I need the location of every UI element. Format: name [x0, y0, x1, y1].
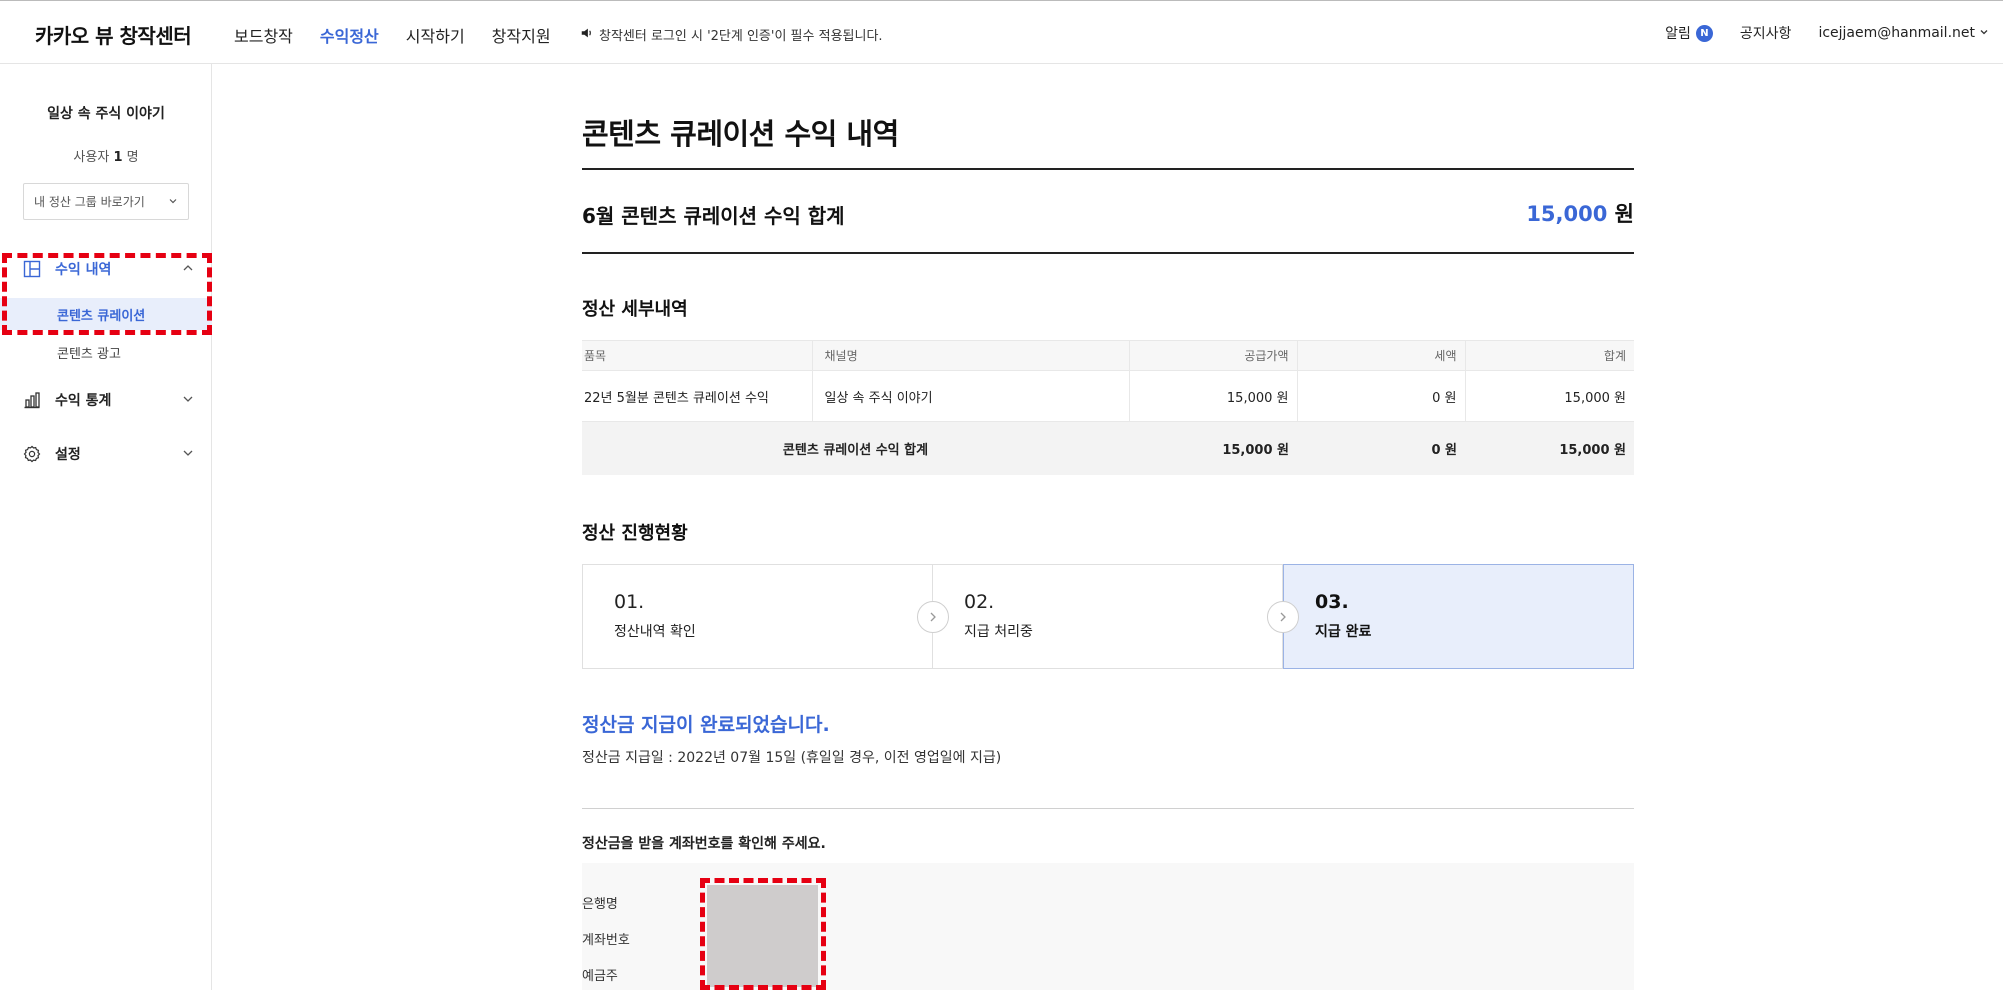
- speaker-icon: [580, 26, 594, 44]
- table-header-row: 품목 채널명 공급가액 세액 합계: [582, 340, 1634, 371]
- notice-banner[interactable]: 창작센터 로그인 시 '2단계 인증'이 필수 적용됩니다.: [580, 25, 883, 44]
- notice-text: 창작센터 로그인 시 '2단계 인증'이 필수 적용됩니다.: [599, 29, 883, 44]
- page-title: 콘텐츠 큐레이션 수익 내역: [582, 117, 899, 151]
- sidebar-sub-ads[interactable]: 콘텐츠 광고: [0, 336, 212, 368]
- progress-section-title: 정산 진행현황: [582, 523, 688, 544]
- col-header: 공급가액: [1129, 340, 1298, 371]
- cell-item: 22년 5월분 콘텐츠 큐레이션 수익: [582, 370, 813, 422]
- detail-section-title: 정산 세부내역: [582, 299, 688, 320]
- step-label: 지급 완료: [1315, 624, 1372, 640]
- detail-table: 품목 채널명 공급가액 세액 합계 22년 5월분 콘텐츠 큐레이션 수익 일상…: [582, 340, 1634, 475]
- bar-chart-icon: [23, 391, 41, 409]
- chevron-up-icon: [182, 262, 194, 274]
- gear-icon: [23, 445, 41, 463]
- nav-support[interactable]: 창작지원: [492, 23, 551, 47]
- divider: [582, 808, 1634, 809]
- monthly-summary: 6월 콘텐츠 큐레이션 수익 합계 15,000 원: [582, 168, 1634, 254]
- step-label: 정산내역 확인: [614, 624, 696, 640]
- sidebar: 일상 속 주식 이야기 사용자 1 명 내 정산 그룹 바로가기 수익 내역 콘…: [0, 64, 212, 990]
- table-row: 22년 5월분 콘텐츠 큐레이션 수익 일상 속 주식 이야기 15,000 원…: [582, 370, 1634, 422]
- col-header: 세액: [1297, 340, 1466, 371]
- sidebar-item-revenue[interactable]: 수익 내역: [0, 249, 212, 289]
- chevron-right-icon: [1267, 601, 1299, 633]
- total-sum: 15,000 원: [1465, 421, 1634, 475]
- sidebar-item-label: 수익 통계: [55, 393, 112, 409]
- notice-board-link[interactable]: 공지사항: [1740, 23, 1792, 43]
- main-nav: 보드창작 수익정산 시작하기 창작지원: [234, 23, 551, 47]
- total-label: 콘텐츠 큐레이션 수익 합계: [582, 421, 1129, 475]
- cell-total: 15,000 원: [1465, 370, 1634, 422]
- chevron-down-icon: [1979, 25, 1989, 41]
- payment-complete-message: 정산금 지급이 완료되었습니다.: [582, 714, 830, 736]
- nav-revenue[interactable]: 수익정산: [320, 23, 379, 47]
- summary-unit: 원: [1614, 202, 1634, 226]
- site-logo[interactable]: 카카오 뷰 창작센터: [35, 20, 192, 49]
- header-utility: 알림 N 공지사항 icejjaem@hanmail.net: [1665, 23, 1989, 43]
- step-number: 02.: [964, 591, 995, 613]
- step-3: 03. 지급 완료: [1283, 564, 1634, 669]
- cell-channel: 일상 속 주식 이야기: [812, 370, 1130, 422]
- account-number-label: 계좌번호: [582, 933, 630, 948]
- col-header: 합계: [1465, 340, 1634, 371]
- top-header: 카카오 뷰 창작센터 보드창작 수익정산 시작하기 창작지원 창작센터 로그인 …: [0, 0, 2003, 64]
- channel-name: 일상 속 주식 이야기: [47, 106, 165, 122]
- account-section-title: 정산금을 받을 계좌번호를 확인해 주세요.: [582, 836, 826, 852]
- chevron-down-icon: [182, 447, 194, 459]
- sidebar-item-stats[interactable]: 수익 통계: [0, 380, 212, 420]
- total-supply: 15,000 원: [1129, 421, 1297, 475]
- account-menu[interactable]: icejjaem@hanmail.net: [1818, 25, 1989, 41]
- sidebar-sub-curation[interactable]: 콘텐츠 큐레이션: [0, 298, 212, 330]
- sidebar-item-label: 설정: [55, 447, 81, 463]
- sidebar-item-settings[interactable]: 설정: [0, 434, 212, 474]
- chevron-down-icon: [182, 393, 194, 405]
- account-email: icejjaem@hanmail.net: [1818, 25, 1975, 41]
- progress-steps: 01. 정산내역 확인 02. 지급 처리중 03. 지급 완료: [582, 564, 1634, 669]
- sidebar-item-label: 수익 내역: [55, 262, 112, 278]
- cell-tax: 0 원: [1297, 370, 1466, 422]
- alarm-button[interactable]: 알림 N: [1665, 23, 1713, 43]
- summary-label: 6월 콘텐츠 큐레이션 수익 합계: [582, 204, 845, 228]
- total-tax: 0 원: [1297, 421, 1465, 475]
- cell-supply: 15,000 원: [1129, 370, 1298, 422]
- summary-amount: 15,000: [1526, 202, 1608, 226]
- col-header: 품목: [582, 340, 813, 371]
- group-select-label: 내 정산 그룹 바로가기: [34, 195, 145, 209]
- col-header: 채널명: [812, 340, 1130, 371]
- alarm-label: 알림: [1665, 26, 1691, 42]
- bank-name-label: 은행명: [582, 897, 618, 912]
- step-label: 지급 처리중: [964, 624, 1033, 640]
- table-total-row: 콘텐츠 큐레이션 수익 합계 15,000 원 0 원 15,000 원: [582, 421, 1634, 475]
- redacted-account-values: [707, 885, 818, 987]
- step-1: 01. 정산내역 확인: [582, 564, 949, 669]
- chevron-down-icon: [168, 195, 178, 209]
- account-info-box: 은행명 계좌번호 예금주: [582, 863, 1634, 990]
- layout-icon: [23, 260, 41, 278]
- user-count: 사용자 1 명: [73, 150, 139, 165]
- account-holder-label: 예금주: [582, 969, 618, 984]
- chevron-right-icon: [917, 601, 949, 633]
- payment-date: 정산금 지급일 : 2022년 07월 15일 (휴일일 경우, 이전 영업일에…: [582, 750, 1002, 766]
- nav-start[interactable]: 시작하기: [406, 23, 465, 47]
- step-number: 03.: [1315, 591, 1349, 613]
- step-number: 01.: [614, 591, 645, 613]
- summary-value: 15,000 원: [1526, 198, 1634, 228]
- new-badge: N: [1695, 24, 1713, 42]
- group-select-dropdown[interactable]: 내 정산 그룹 바로가기: [23, 183, 189, 220]
- nav-board-create[interactable]: 보드창작: [234, 23, 293, 47]
- step-2: 02. 지급 처리중: [933, 564, 1299, 669]
